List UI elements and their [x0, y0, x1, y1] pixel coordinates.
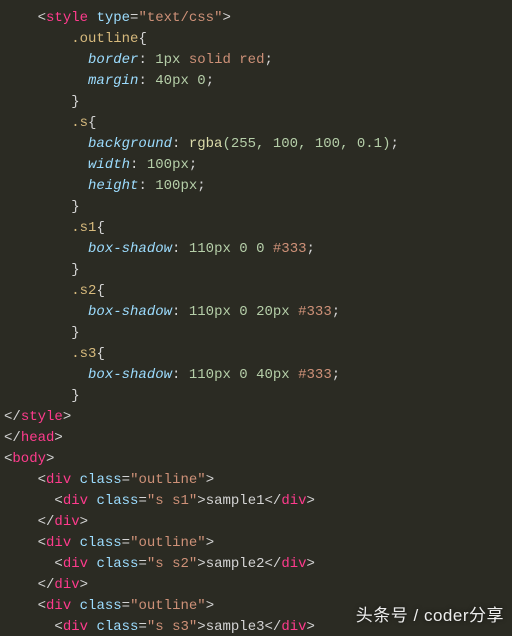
- code-block: <style type="text/css"> .outline{ border…: [0, 0, 512, 636]
- watermark: 头条号 / coder分享: [356, 603, 504, 629]
- tag-style-open: style: [46, 10, 88, 26]
